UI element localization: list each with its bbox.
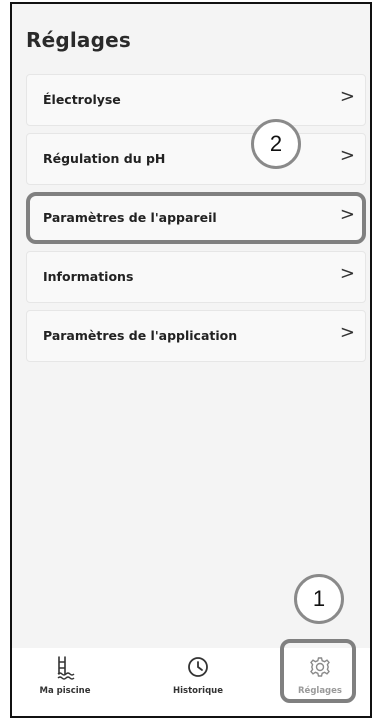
menu-item-regulation-ph[interactable]: Régulation du pH > — [26, 133, 366, 185]
chevron-right-icon: > — [339, 86, 355, 107]
tab-historique[interactable]: Historique — [163, 652, 233, 710]
menu-item-label: Électrolyse — [43, 92, 121, 107]
pool-ladder-icon — [53, 654, 77, 682]
menu-item-label: Régulation du pH — [43, 151, 166, 166]
menu-item-parametres-application[interactable]: Paramètres de l'application > — [26, 310, 366, 362]
reglages-tab-highlight — [280, 639, 356, 703]
chevron-right-icon: > — [339, 145, 355, 166]
page-title: Réglages — [26, 28, 132, 52]
chevron-right-icon: > — [339, 263, 355, 284]
tab-label: Ma piscine — [39, 686, 91, 696]
menu-item-label: Paramètres de l'appareil — [43, 210, 217, 225]
menu-item-parametres-appareil[interactable]: Paramètres de l'appareil > — [26, 192, 366, 244]
settings-menu: Électrolyse > Régulation du pH > Paramèt… — [26, 74, 366, 369]
menu-item-label: Paramètres de l'application — [43, 328, 238, 343]
tab-label: Historique — [173, 686, 223, 696]
step-1-callout: 1 — [294, 574, 344, 624]
menu-item-informations[interactable]: Informations > — [26, 251, 366, 303]
chevron-right-icon: > — [339, 204, 355, 225]
tab-ma-piscine[interactable]: Ma piscine — [30, 652, 100, 710]
chevron-right-icon: > — [339, 322, 355, 343]
menu-item-electrolyse[interactable]: Électrolyse > — [26, 74, 366, 126]
clock-icon — [186, 654, 210, 682]
menu-item-label: Informations — [43, 269, 134, 284]
step-2-callout: 2 — [251, 119, 301, 169]
